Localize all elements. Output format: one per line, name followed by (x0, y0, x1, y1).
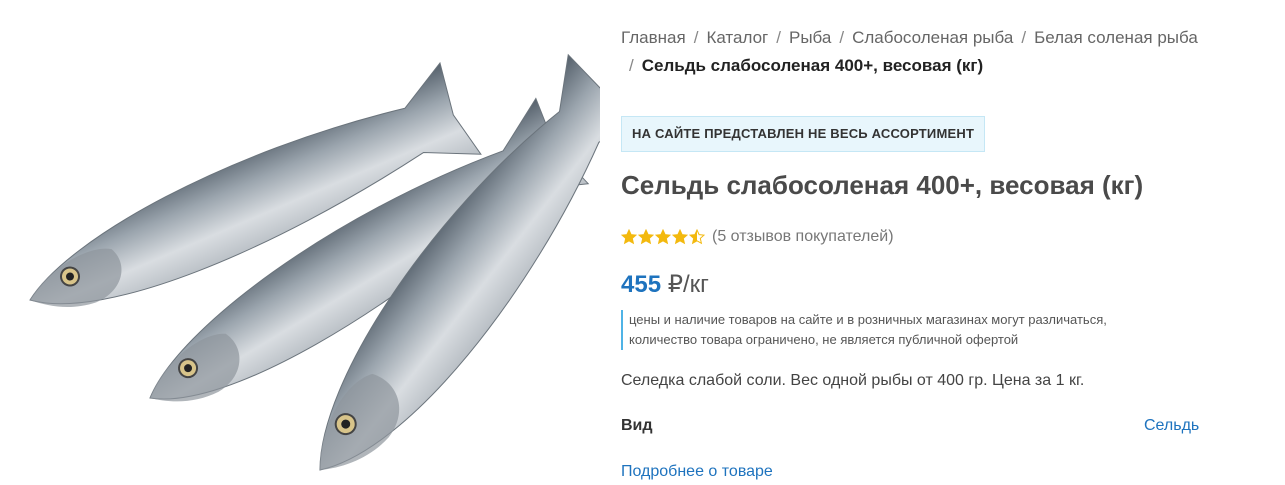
price-disclaimer: цены и наличие товаров на сайте и в розн… (621, 310, 1107, 350)
breadcrumb-white-salted-fish[interactable]: Белая соленая рыба (1034, 28, 1198, 47)
breadcrumb-home[interactable]: Главная (621, 28, 686, 47)
product-price: 455 ₽/кг (621, 270, 709, 299)
star-icon (621, 229, 637, 245)
breadcrumb-separator: / (776, 28, 781, 47)
breadcrumb-separator: / (1021, 28, 1027, 47)
reviews-link[interactable]: (5 отзывов покупателей) (712, 228, 894, 246)
star-icon (655, 229, 671, 245)
product-image[interactable] (0, 0, 600, 485)
product-title: Сельдь слабосоленая 400+, весовая (кг) (621, 170, 1144, 200)
attribute-value-link[interactable]: Сельдь (1144, 417, 1199, 435)
star-icon (689, 229, 705, 245)
more-details-link[interactable]: Подробнее о товаре (621, 463, 773, 481)
assortment-notice: НА САЙТЕ ПРЕДСТАВЛЕН НЕ ВЕСЬ АССОРТИМЕНТ (621, 116, 986, 152)
star-icon (638, 229, 654, 245)
price-disclaimer-line: цены и наличие товаров на сайте и в розн… (629, 312, 1107, 327)
rating-stars[interactable] (621, 229, 706, 245)
breadcrumb-separator: / (839, 28, 845, 47)
attribute-label: Вид (621, 417, 653, 434)
breadcrumb-separator: / (629, 56, 634, 75)
price-unit: ₽/кг (667, 271, 709, 298)
product-description: Селедка слабой соли. Вес одной рыбы от 4… (621, 372, 1085, 389)
breadcrumb: Главная / Каталог / Рыба / Слабосоленая рыба / Б… (621, 24, 1241, 80)
product-rating: (5 отзывов покупателей) (621, 228, 894, 246)
breadcrumb-lightly-salted-fish[interactable]: Слабосоленая рыба (852, 28, 1013, 47)
breadcrumb-current: Сельдь слабосоленая 400+, весовая (кг) (641, 56, 984, 75)
price-value: 455 (621, 271, 662, 298)
price-disclaimer-line: количество товара ограничено, не являетс… (629, 332, 1019, 347)
breadcrumb-fish[interactable]: Рыба (789, 28, 831, 47)
herring-image (29, 53, 600, 471)
breadcrumb-catalog[interactable]: Каталог (706, 28, 768, 47)
breadcrumb-separator: / (693, 28, 699, 47)
star-icon (672, 229, 688, 245)
